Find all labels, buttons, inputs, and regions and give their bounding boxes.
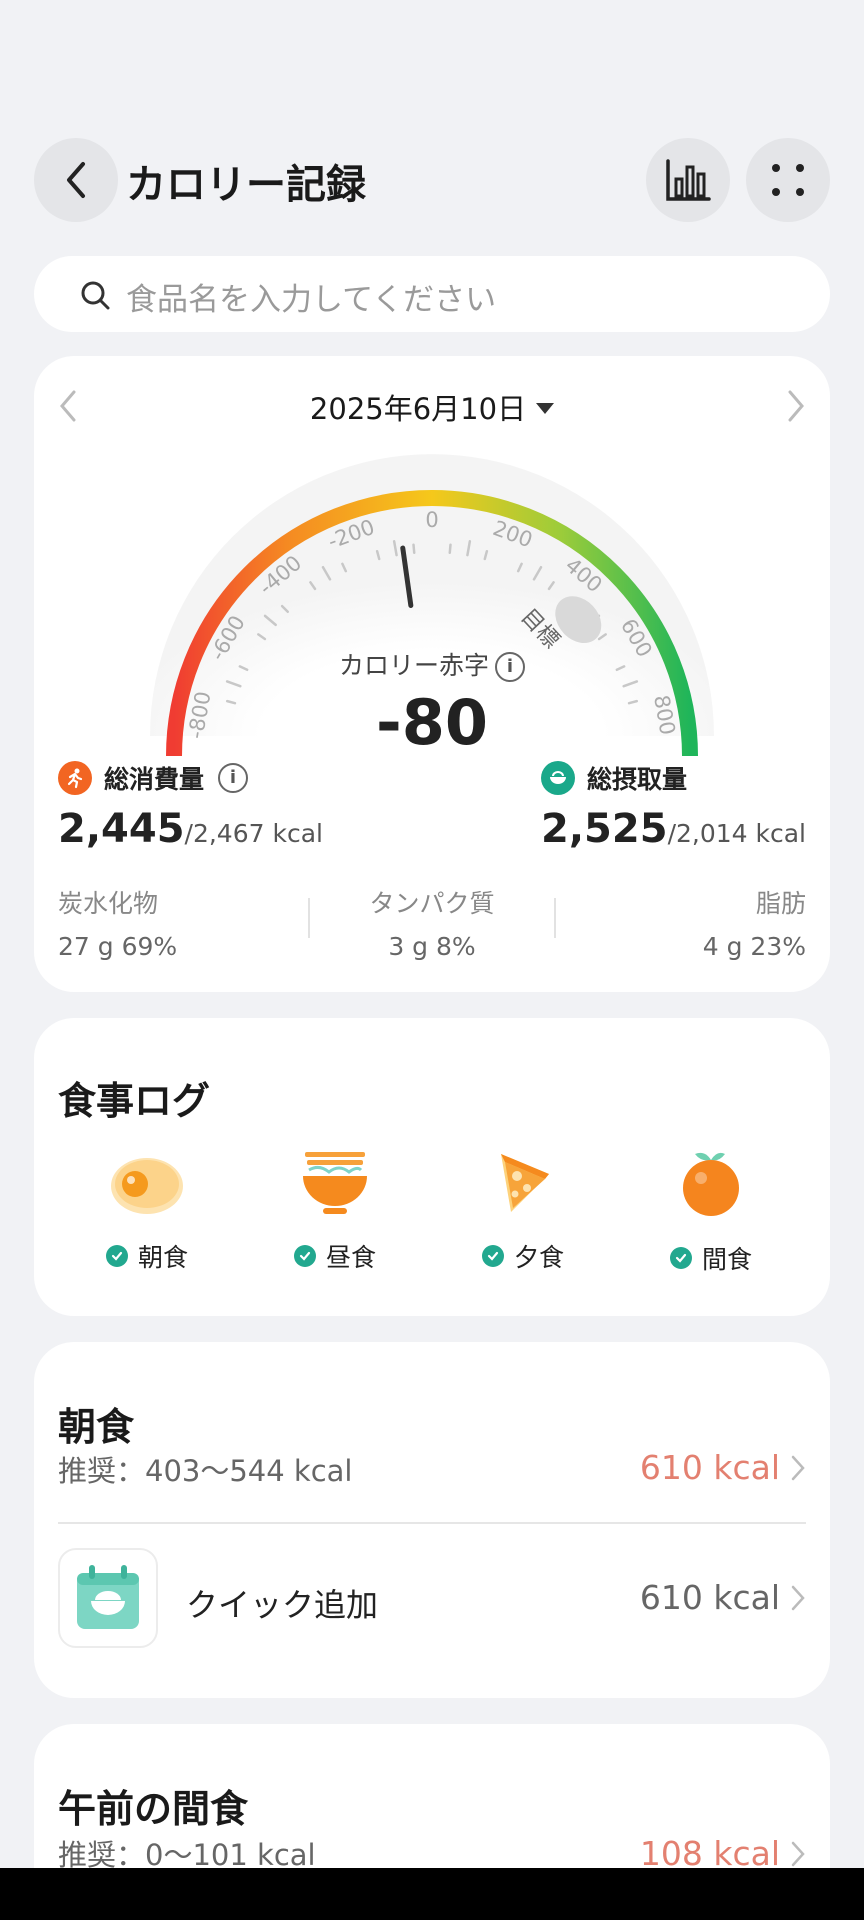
intake-label: 総摂取量 bbox=[587, 765, 688, 794]
gauge-tick-label: 0 bbox=[425, 508, 438, 532]
burned-label: 総消費量 bbox=[104, 765, 205, 794]
breakfast-title: 朝食 bbox=[58, 1405, 135, 1449]
quick-add-icon-box[interactable] bbox=[58, 1548, 158, 1648]
divider bbox=[554, 898, 556, 938]
more-options-button[interactable] bbox=[746, 138, 830, 222]
egg-icon bbox=[111, 1158, 183, 1214]
back-button[interactable] bbox=[34, 138, 118, 222]
burned-target: /2,467 kcal bbox=[184, 819, 323, 848]
page-title: カロリー記録 bbox=[126, 162, 366, 208]
deficit-label-text: カロリー赤字 bbox=[338, 651, 489, 680]
bowl-icon bbox=[541, 761, 576, 795]
divider bbox=[58, 1522, 806, 1524]
calorie-deficit-value: -80 bbox=[375, 686, 488, 759]
meal-label: 夕食 bbox=[513, 1243, 564, 1272]
breakfast-kcal: 610 kcal bbox=[639, 1448, 780, 1487]
search-icon bbox=[81, 281, 110, 310]
gauge-tick bbox=[448, 543, 452, 555]
quick-add-kcal: 610 kcal bbox=[639, 1578, 780, 1617]
meal-dinner[interactable]: 夕食 bbox=[448, 1148, 598, 1274]
macro-name: タンパク質 bbox=[369, 889, 495, 918]
calorie-summary-card: 2025年6月10日 目標 -800 -600 -400 -200 0 200 400 600 8… bbox=[34, 356, 830, 992]
check-icon bbox=[105, 1245, 128, 1267]
quick-add-label[interactable]: クイック追加 bbox=[186, 1580, 378, 1626]
meal-breakfast[interactable]: 朝食 bbox=[72, 1148, 222, 1274]
bar-chart-icon bbox=[666, 159, 711, 201]
macro-protein: タンパク質 3 g 8% bbox=[58, 884, 806, 961]
statistics-button[interactable] bbox=[646, 138, 730, 222]
morning-snack-title: 午前の間食 bbox=[58, 1787, 249, 1831]
system-navigation-bar bbox=[0, 1868, 864, 1920]
calendar-bowl-icon bbox=[77, 1565, 139, 1629]
chevron-right-icon bbox=[791, 1585, 805, 1610]
macro-name: 脂肪 bbox=[755, 889, 806, 918]
calorie-deficit-label: カロリー赤字 i bbox=[34, 646, 830, 682]
quick-add-kcal-link[interactable]: 610 kcal bbox=[640, 1578, 806, 1617]
check-icon bbox=[669, 1247, 692, 1269]
check-icon bbox=[293, 1245, 316, 1267]
macro-breakdown: 炭水化物 27 g 69% タンパク質 3 g 8% 脂肪 4 g 23% bbox=[58, 884, 806, 964]
total-burned: 総消費量 i 2,445/2,467 kcal bbox=[58, 760, 323, 852]
noodle-bowl-icon bbox=[303, 1152, 367, 1214]
check-icon bbox=[481, 1245, 504, 1267]
breakfast-card: 朝食 推奨：403～544 kcal 610 kcal クイック追加 610 k… bbox=[34, 1342, 830, 1698]
orange-icon bbox=[683, 1152, 739, 1216]
chevron-right-icon bbox=[791, 1455, 805, 1480]
macro-fat: 脂肪 4 g 23% bbox=[703, 884, 806, 961]
search-input[interactable]: 食品名を入力してください bbox=[126, 274, 496, 319]
chevron-left-icon bbox=[67, 162, 85, 198]
gauge-tick bbox=[412, 543, 416, 555]
meal-label: 朝食 bbox=[137, 1243, 188, 1272]
burned-value: 2,445 bbox=[58, 806, 185, 852]
header: カロリー記録 bbox=[34, 138, 830, 222]
intake-value: 2,525 bbox=[541, 806, 668, 852]
macro-value: 4 g 23% bbox=[702, 932, 806, 961]
intake-target: /2,014 kcal bbox=[667, 819, 806, 848]
pizza-icon bbox=[501, 1154, 549, 1212]
chevron-right-icon bbox=[791, 1841, 805, 1866]
more-icon bbox=[772, 164, 804, 196]
breakfast-recommended: 推奨：403～544 kcal bbox=[58, 1454, 353, 1488]
running-icon bbox=[58, 761, 92, 795]
breakfast-kcal-link[interactable]: 610 kcal bbox=[640, 1448, 806, 1487]
meal-lunch[interactable]: 昼食 bbox=[260, 1148, 410, 1274]
meal-snack[interactable]: 間食 bbox=[636, 1148, 786, 1276]
meal-label: 間食 bbox=[701, 1245, 752, 1274]
meal-log-title: 食事ログ bbox=[58, 1079, 211, 1123]
macro-value: 3 g 8% bbox=[388, 932, 476, 961]
search-bar[interactable]: 食品名を入力してください bbox=[34, 256, 830, 332]
meal-label: 昼食 bbox=[325, 1243, 376, 1272]
total-intake: 総摂取量 2,525/2,014 kcal bbox=[541, 760, 806, 852]
info-icon[interactable]: i bbox=[495, 652, 525, 682]
meal-log-card: 食事ログ 朝食 昼食 夕食 間食 bbox=[34, 1018, 830, 1316]
burned-info-icon[interactable]: i bbox=[218, 763, 249, 793]
